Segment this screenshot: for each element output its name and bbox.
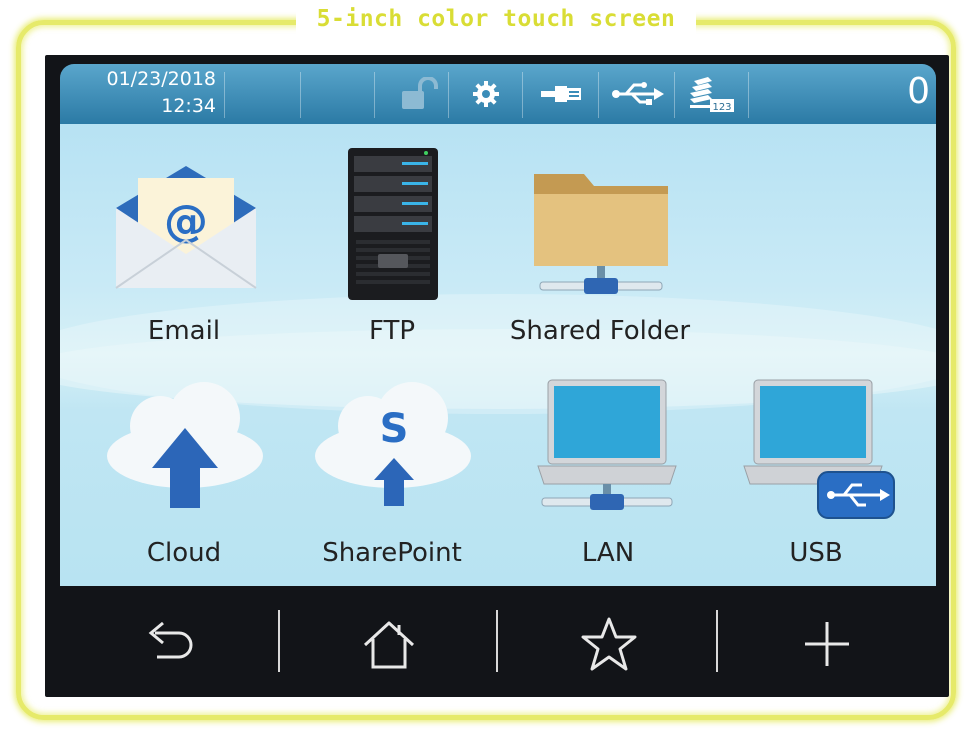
tile-shared-folder-label: Shared Folder <box>509 316 691 346</box>
ftp-server-icon <box>348 148 438 300</box>
lock-open-icon[interactable] <box>392 76 448 112</box>
cloud-upload-icon <box>107 382 263 508</box>
tile-usb[interactable]: USB <box>716 362 916 582</box>
network-plug-icon[interactable] <box>534 76 590 112</box>
tile-ftp-label: FTP <box>368 316 416 346</box>
home-icon <box>363 621 415 669</box>
tile-lan-label: LAN <box>581 538 635 568</box>
bottom-nav-bar <box>60 592 936 696</box>
sharepoint-s-glyph: S <box>380 406 409 452</box>
tile-cloud[interactable]: Cloud <box>84 362 284 582</box>
tile-lan[interactable]: LAN <box>508 362 708 582</box>
back-icon <box>148 621 193 659</box>
status-divider <box>300 72 301 118</box>
nav-divider <box>716 610 718 672</box>
date-time: 01/23/2018 12:34 <box>66 66 216 120</box>
status-divider <box>374 72 375 118</box>
nav-divider <box>496 610 498 672</box>
status-divider <box>448 72 449 118</box>
job-counter: 0 <box>907 71 930 112</box>
nav-divider <box>278 610 280 672</box>
status-divider <box>598 72 599 118</box>
tile-shared-folder[interactable]: Shared Folder <box>500 134 700 354</box>
star-icon <box>581 617 637 671</box>
status-divider <box>674 72 675 118</box>
tile-email-label: Email <box>147 316 221 346</box>
lan-laptop-icon <box>537 379 677 510</box>
shared-folder-icon <box>534 174 668 294</box>
main-content: @ Email FTP Shared Folder Cloud S ShareP… <box>60 124 936 586</box>
usb-icon[interactable] <box>608 76 668 112</box>
status-time: 12:34 <box>161 95 216 117</box>
status-divider <box>522 72 523 118</box>
back-button[interactable] <box>94 604 244 684</box>
tile-email[interactable]: @ Email <box>84 134 284 354</box>
tile-sharepoint[interactable]: S SharePoint <box>292 362 492 582</box>
usb-laptop-icon <box>743 379 895 519</box>
add-button[interactable] <box>752 604 902 684</box>
status-divider <box>748 72 749 118</box>
paper-counter-icon[interactable]: 123 <box>684 76 740 113</box>
status-date: 01/23/2018 <box>106 68 216 90</box>
tile-ftp[interactable]: FTP <box>292 134 492 354</box>
status-bar: 01/23/2018 12:34 123 0 <box>60 64 936 124</box>
sharepoint-icon: S <box>315 382 471 506</box>
home-button[interactable] <box>314 604 464 684</box>
status-divider <box>224 72 225 118</box>
email-icon: @ <box>115 166 257 289</box>
tile-sharepoint-label: SharePoint <box>322 538 462 568</box>
frame-title: 5-inch color touch screen <box>296 3 696 35</box>
paper-counter-label: 123 <box>712 102 731 113</box>
tile-usb-label: USB <box>789 538 843 568</box>
gear-icon[interactable] <box>458 76 514 112</box>
plus-icon <box>805 622 849 666</box>
favorites-button[interactable] <box>534 604 684 684</box>
tile-cloud-label: Cloud <box>146 538 222 568</box>
